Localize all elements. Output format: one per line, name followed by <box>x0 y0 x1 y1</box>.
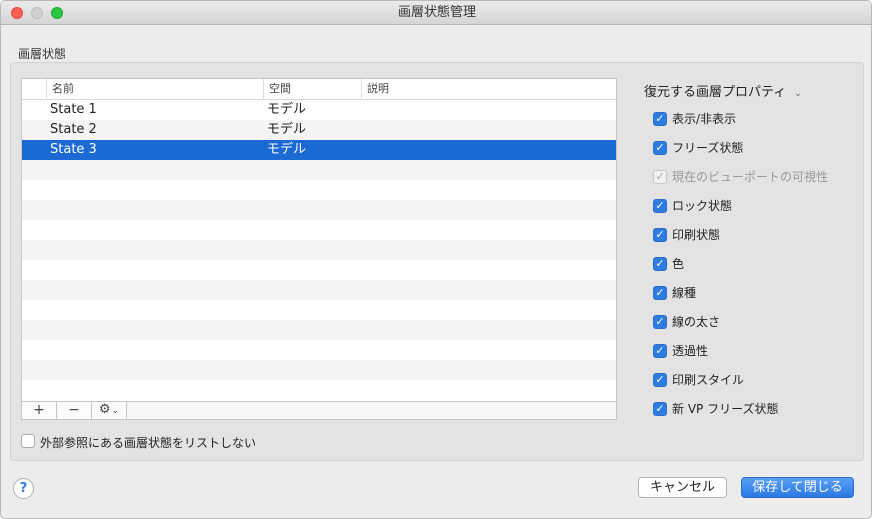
property-label: 現在のビューポートの可視性 <box>672 170 829 184</box>
property-checkbox[interactable]: ✓ <box>653 373 667 387</box>
column-header-description[interactable]: 説明 <box>361 79 616 100</box>
table-row <box>22 280 616 300</box>
table-row <box>22 340 616 360</box>
table-row <box>22 160 616 180</box>
table-body: State 1 モデル State 2 モデル State 3 モデル <box>22 100 616 400</box>
property-label: フリーズ状態 <box>672 141 744 155</box>
state-name-cell: State 1 <box>50 102 97 117</box>
state-name-cell: State 3 <box>50 142 97 157</box>
table-row <box>22 300 616 320</box>
property-checkbox[interactable]: ✓ <box>653 257 667 271</box>
property-checkbox[interactable]: ✓ <box>653 344 667 358</box>
cancel-button[interactable]: キャンセル <box>638 477 727 498</box>
property-checkbox[interactable]: ✓ <box>653 402 667 416</box>
state-space-cell: モデル <box>267 102 307 117</box>
table-header: 名前 空間 説明 <box>22 79 616 100</box>
layer-states-table: 名前 空間 説明 State 1 モデル State 2 モデル State 3 モデル <box>21 78 617 402</box>
add-layer-state-button[interactable]: + <box>22 402 57 419</box>
column-header-blank <box>22 79 46 100</box>
table-toolbar: + − ⚙⌄ <box>21 402 617 420</box>
state-space-cell: モデル <box>267 122 307 137</box>
property-checkbox[interactable]: ✓ <box>653 199 667 213</box>
table-row <box>22 240 616 260</box>
table-row <box>22 320 616 340</box>
gear-icon: ⚙ <box>98 402 111 417</box>
property-label: 線の太さ <box>672 315 721 329</box>
column-header-space[interactable]: 空間 <box>263 79 361 100</box>
chevron-down-icon: ⌄ <box>794 89 802 99</box>
table-row <box>22 200 616 220</box>
property-checkbox[interactable]: ✓ <box>653 286 667 300</box>
property-checkbox[interactable]: ✓ <box>653 228 667 242</box>
table-row <box>22 380 616 400</box>
state-name-cell: State 2 <box>50 122 97 137</box>
external-ref-label: 外部参照にある画層状態をリストしない <box>40 436 257 450</box>
table-row <box>22 220 616 240</box>
property-label: 色 <box>672 257 685 271</box>
property-label: 印刷スタイル <box>672 373 745 387</box>
table-row[interactable]: State 2 モデル <box>22 120 616 140</box>
property-label: 表示/非表示 <box>672 112 737 126</box>
table-row <box>22 260 616 280</box>
table-row <box>22 360 616 380</box>
property-checkbox[interactable]: ✓ <box>653 112 667 126</box>
layer-states-section-label: 画層状態 <box>18 47 67 61</box>
property-label: 印刷状態 <box>672 228 721 242</box>
property-label: 透過性 <box>672 344 709 358</box>
chevron-down-icon: ⌄ <box>111 406 120 416</box>
external-ref-checkbox[interactable] <box>21 434 35 448</box>
property-label: 新 VP フリーズ状態 <box>672 402 779 416</box>
restore-properties-title: 復元する画層プロパティ <box>644 85 787 100</box>
table-row[interactable]: State 3 モデル <box>22 140 616 160</box>
save-and-close-button[interactable]: 保存して閉じる <box>741 477 854 498</box>
column-header-name[interactable]: 名前 <box>46 79 263 100</box>
title-bar: 画層状態管理 <box>1 1 871 25</box>
table-row <box>22 180 616 200</box>
layer-states-manager-window: 画層状態管理 画層状態 名前 空間 説明 State 1 モデル State 2 モデ… <box>0 0 872 519</box>
property-label: 線種 <box>672 286 697 300</box>
table-row[interactable]: State 1 モデル <box>22 100 616 120</box>
state-space-cell: モデル <box>267 142 307 157</box>
gear-menu-button[interactable]: ⚙⌄ <box>92 402 127 419</box>
remove-layer-state-button[interactable]: − <box>57 402 92 419</box>
property-checkbox[interactable]: ✓ <box>653 315 667 329</box>
help-button[interactable]: ? <box>13 478 34 499</box>
property-checkbox[interactable]: ✓ <box>653 141 667 155</box>
property-label: ロック状態 <box>672 199 733 213</box>
window-title: 画層状態管理 <box>397 5 476 20</box>
property-checkbox: ✓ <box>653 170 667 184</box>
restore-properties-header[interactable]: 復元する画層プロパティ ⌄ <box>644 81 802 100</box>
